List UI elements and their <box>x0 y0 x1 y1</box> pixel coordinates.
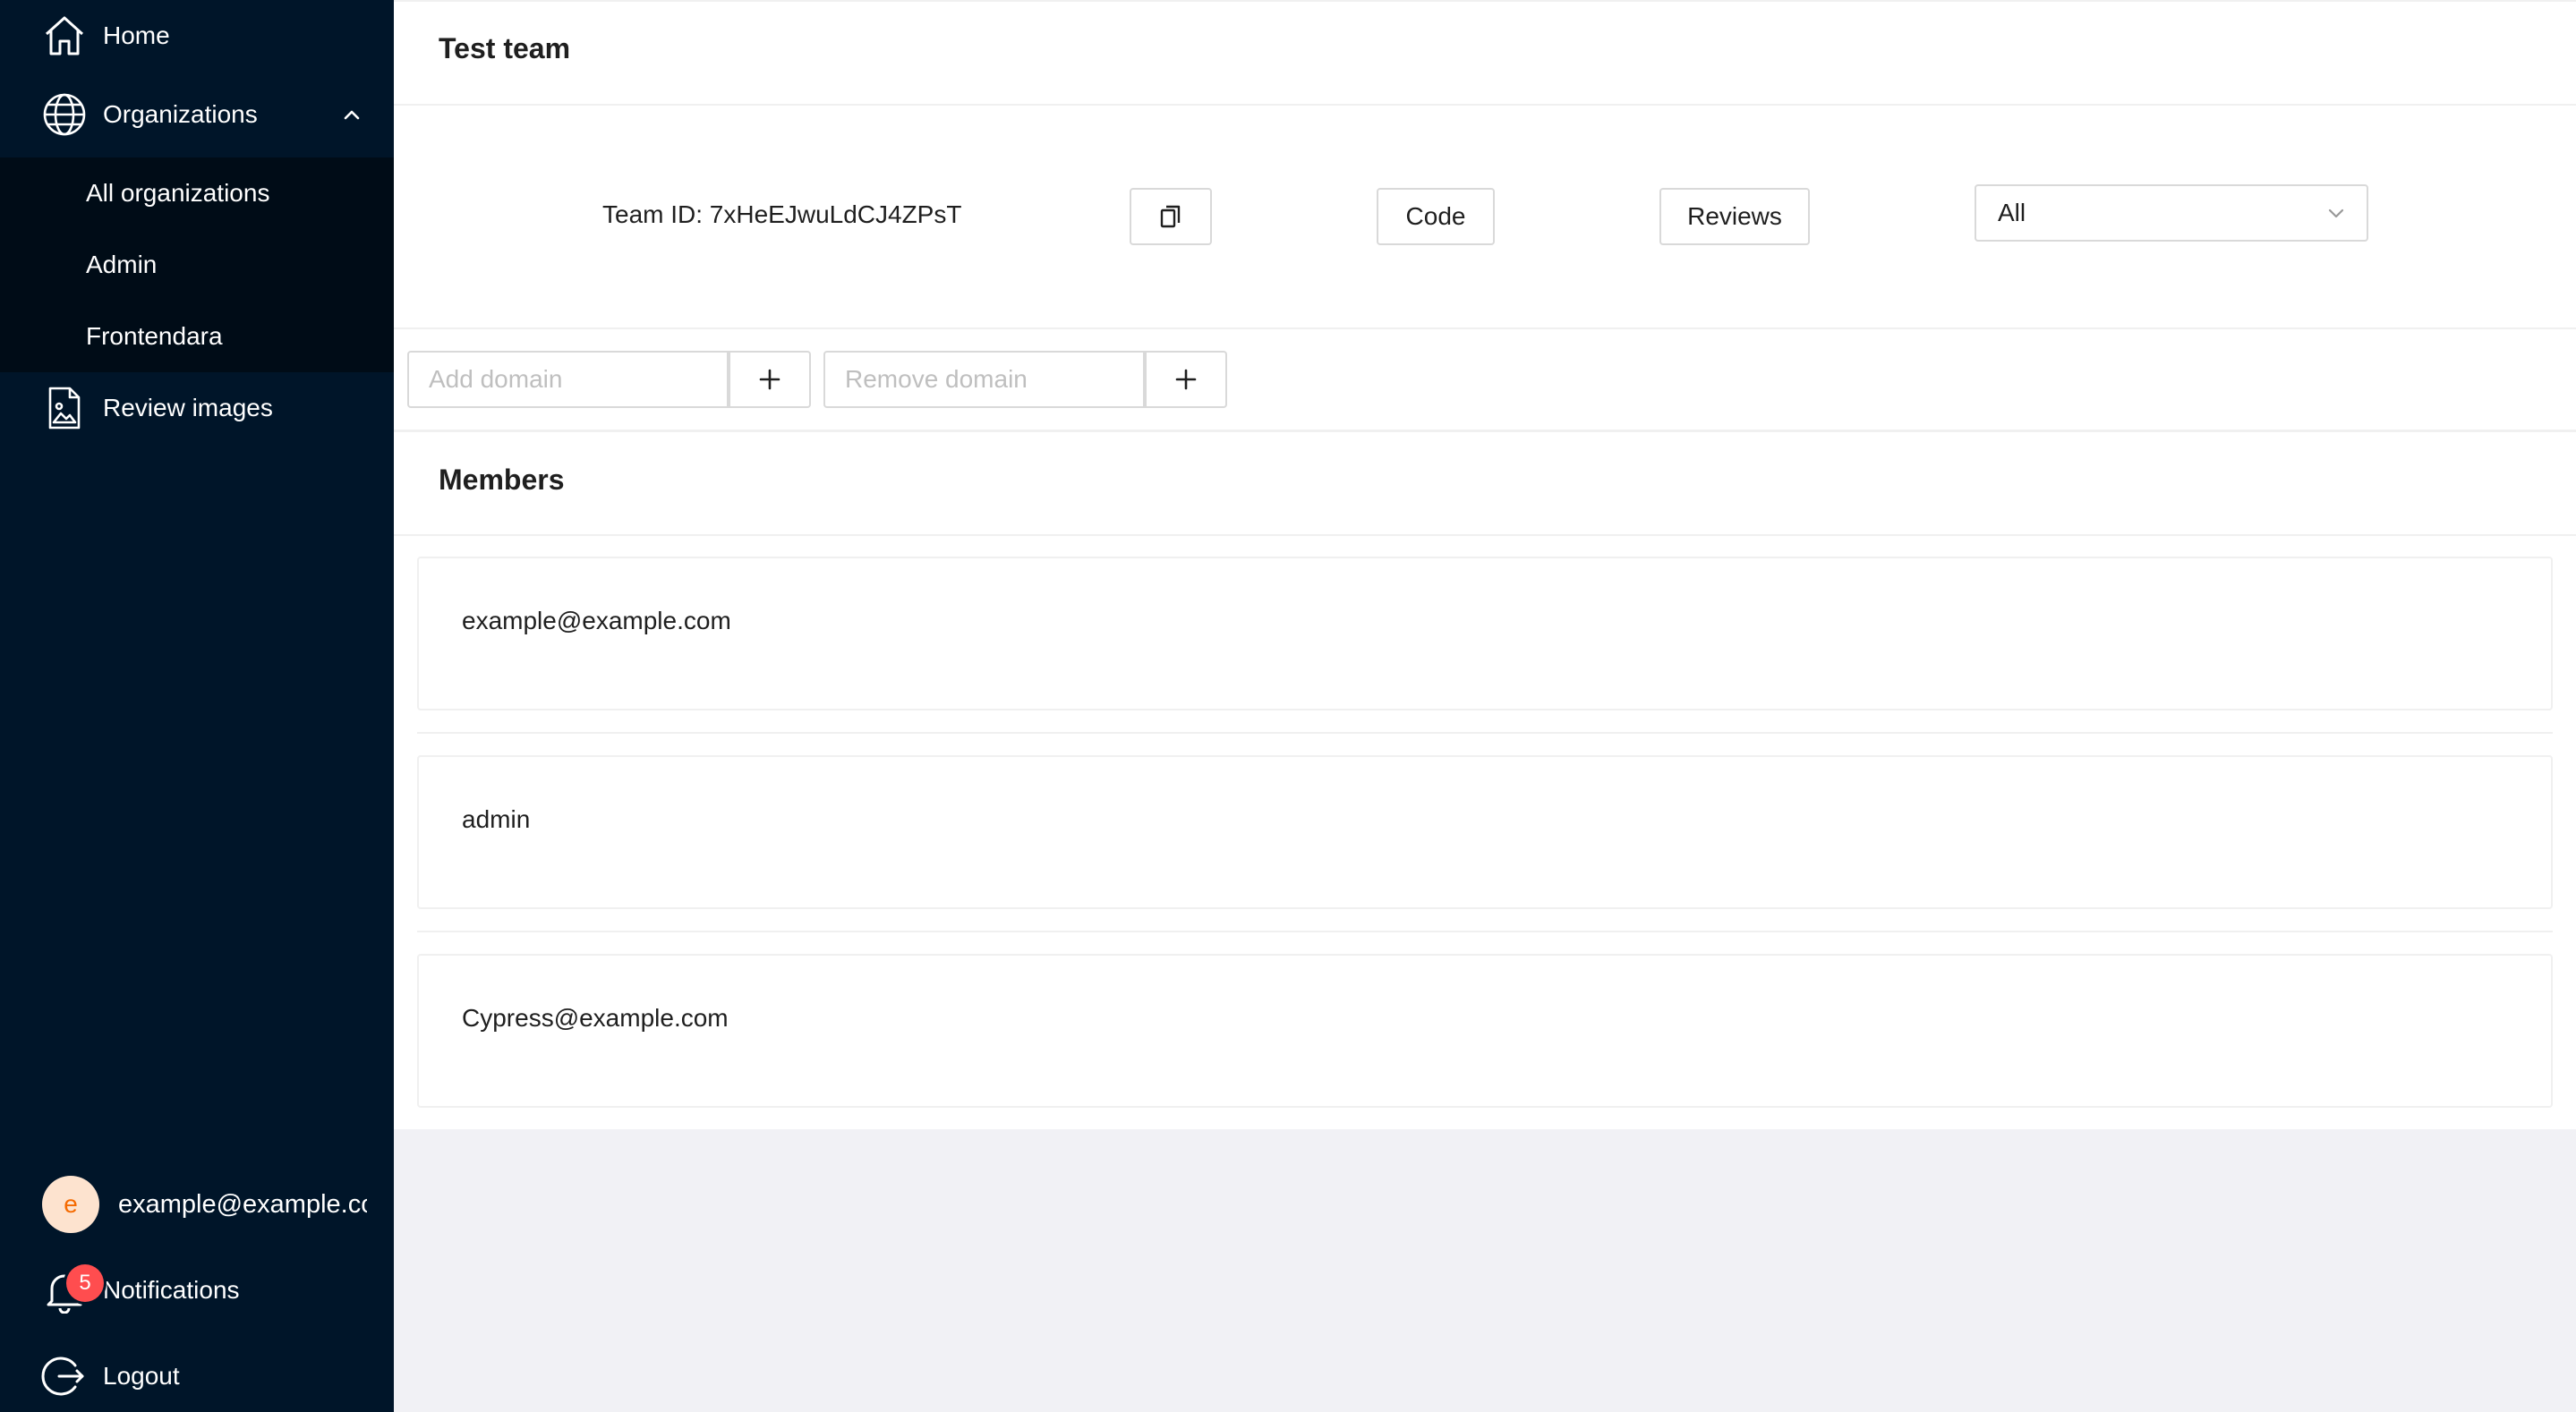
user-email: example@example.com <box>118 1190 367 1219</box>
remove-domain-input[interactable] <box>823 351 1145 408</box>
chevron-down-icon <box>2325 202 2347 224</box>
team-id-label: Team ID: 7xHeEJwuLdCJ4ZPsT <box>602 200 962 228</box>
logout-icon <box>41 1353 88 1399</box>
notification-count-badge: 5 <box>66 1264 104 1302</box>
copy-team-id-button[interactable] <box>1130 188 1212 245</box>
remove-domain-button[interactable] <box>1145 351 1227 408</box>
member-card: Cypress@example.com <box>417 954 2553 1108</box>
home-icon <box>41 13 88 59</box>
sidebar-item-label: Logout <box>103 1362 180 1390</box>
sidebar-item-organizations[interactable]: Organizations <box>0 79 394 150</box>
divider <box>394 327 2576 329</box>
members-title: Members <box>439 464 565 496</box>
file-image-icon <box>41 385 88 431</box>
member-email: admin <box>462 805 531 833</box>
organizations-submenu: All organizations Admin Frontendara <box>0 157 394 372</box>
divider <box>394 430 2576 432</box>
avatar: e <box>42 1176 99 1233</box>
sidebar-item-label: Home <box>103 21 170 49</box>
filter-select[interactable]: All <box>1975 184 2368 242</box>
plus-icon <box>758 368 781 391</box>
sidebar-item-label: Notifications <box>103 1276 240 1304</box>
code-button[interactable]: Code <box>1377 188 1495 245</box>
sidebar-item-label: Review images <box>103 394 273 421</box>
sidebar-item-review-images[interactable]: Review images <box>0 372 394 444</box>
sidebar-item-admin[interactable]: Admin <box>86 229 381 301</box>
plus-icon <box>1174 368 1198 391</box>
sidebar-item-notifications[interactable]: Notifications <box>0 1255 394 1326</box>
globe-icon <box>41 91 88 138</box>
page-title: Test team <box>439 32 571 64</box>
sidebar-item-frontendara[interactable]: Frontendara <box>86 301 381 372</box>
filter-select-value: All <box>1998 199 2026 226</box>
member-card: admin <box>417 755 2553 909</box>
divider <box>417 732 2553 734</box>
reviews-button[interactable]: Reviews <box>1659 188 1810 245</box>
user-menu[interactable]: e example@example.com <box>0 1169 394 1240</box>
add-domain-input[interactable] <box>407 351 729 408</box>
divider <box>394 104 2576 106</box>
member-card: example@example.com <box>417 557 2553 710</box>
sidebar: Home Organizations All organizations Adm… <box>0 0 394 1412</box>
divider <box>394 534 2576 536</box>
sidebar-item-all-organizations[interactable]: All organizations <box>86 157 381 229</box>
chevron-up-icon[interactable] <box>340 103 363 126</box>
add-domain-button[interactable] <box>729 351 811 408</box>
sidebar-item-logout[interactable]: Logout <box>0 1340 394 1412</box>
sidebar-item-label: Organizations <box>103 100 258 128</box>
main-content: Test team Team ID: 7xHeEJwuLdCJ4ZPsT Cod… <box>394 0 2576 1129</box>
divider <box>417 931 2553 932</box>
member-email: example@example.com <box>462 607 731 634</box>
member-email: Cypress@example.com <box>462 1004 729 1032</box>
sidebar-item-home[interactable]: Home <box>0 0 394 72</box>
divider <box>394 0 2576 2</box>
copy-icon <box>1159 204 1182 229</box>
